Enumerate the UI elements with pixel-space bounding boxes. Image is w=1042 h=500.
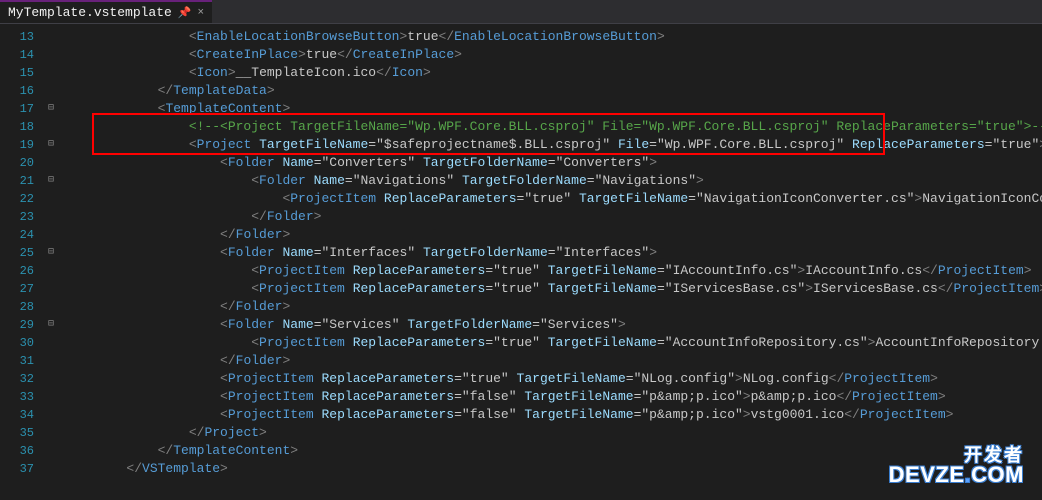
code-line[interactable]: <TemplateContent> xyxy=(64,100,1042,118)
fold-toggle xyxy=(42,352,60,370)
code-line[interactable]: <ProjectItem ReplaceParameters="true" Ta… xyxy=(64,190,1042,208)
fold-toggle xyxy=(42,280,60,298)
code-area[interactable]: <EnableLocationBrowseButton>true</Enable… xyxy=(60,24,1042,500)
line-number: 31 xyxy=(0,352,34,370)
fold-toggle xyxy=(42,424,60,442)
tab-bar: MyTemplate.vstemplate 📌 × xyxy=(0,0,1042,24)
code-line[interactable]: <EnableLocationBrowseButton>true</Enable… xyxy=(64,28,1042,46)
fold-toggle xyxy=(42,208,60,226)
code-line[interactable]: <Project TargetFileName="$safeprojectnam… xyxy=(64,136,1042,154)
tab-title: MyTemplate.vstemplate xyxy=(8,5,172,20)
line-number: 30 xyxy=(0,334,34,352)
code-line[interactable]: <Folder Name="Services" TargetFolderName… xyxy=(64,316,1042,334)
code-line[interactable]: <ProjectItem ReplaceParameters="true" Ta… xyxy=(64,280,1042,298)
line-number: 13 xyxy=(0,28,34,46)
code-line[interactable]: <!--<Project TargetFileName="Wp.WPF.Core… xyxy=(64,118,1042,136)
file-tab[interactable]: MyTemplate.vstemplate 📌 × xyxy=(0,0,212,23)
code-line[interactable]: </TemplateContent> xyxy=(64,442,1042,460)
line-number: 34 xyxy=(0,406,34,424)
line-number: 14 xyxy=(0,46,34,64)
fold-toggle xyxy=(42,370,60,388)
line-number: 25 xyxy=(0,244,34,262)
fold-toggle xyxy=(42,64,60,82)
fold-toggle xyxy=(42,226,60,244)
fold-toggle xyxy=(42,298,60,316)
line-number: 32 xyxy=(0,370,34,388)
pin-icon[interactable]: 📌 xyxy=(178,6,192,20)
code-line[interactable]: <ProjectItem ReplaceParameters="false" T… xyxy=(64,406,1042,424)
line-number: 37 xyxy=(0,460,34,478)
line-number: 36 xyxy=(0,442,34,460)
fold-toggle xyxy=(42,118,60,136)
fold-toggle xyxy=(42,154,60,172)
fold-toggle xyxy=(42,460,60,478)
code-line[interactable]: </Folder> xyxy=(64,298,1042,316)
line-number: 20 xyxy=(0,154,34,172)
line-number: 24 xyxy=(0,226,34,244)
fold-toggle xyxy=(42,82,60,100)
code-line[interactable]: </Folder> xyxy=(64,208,1042,226)
code-line[interactable]: <Folder Name="Converters" TargetFolderNa… xyxy=(64,154,1042,172)
fold-column[interactable]: ⊟ ⊟ ⊟ ⊟ ⊟ xyxy=(42,24,60,500)
fold-toggle[interactable]: ⊟ xyxy=(42,100,60,118)
code-line[interactable]: </Project> xyxy=(64,424,1042,442)
line-number: 23 xyxy=(0,208,34,226)
line-number: 33 xyxy=(0,388,34,406)
code-line[interactable]: <ProjectItem ReplaceParameters="true" Ta… xyxy=(64,334,1042,352)
line-number: 17 xyxy=(0,100,34,118)
code-line[interactable]: <ProjectItem ReplaceParameters="false" T… xyxy=(64,388,1042,406)
line-number: 22 xyxy=(0,190,34,208)
fold-toggle xyxy=(42,190,60,208)
code-line[interactable]: </Folder> xyxy=(64,226,1042,244)
fold-toggle xyxy=(42,442,60,460)
fold-toggle xyxy=(42,388,60,406)
line-number: 28 xyxy=(0,298,34,316)
line-number: 27 xyxy=(0,280,34,298)
line-number: 35 xyxy=(0,424,34,442)
fold-toggle xyxy=(42,406,60,424)
line-number: 29 xyxy=(0,316,34,334)
code-line[interactable]: <Folder Name="Navigations" TargetFolderN… xyxy=(64,172,1042,190)
close-icon[interactable]: × xyxy=(198,7,205,19)
fold-toggle xyxy=(42,334,60,352)
code-line[interactable]: </TemplateData> xyxy=(64,82,1042,100)
code-line[interactable]: </VSTemplate> xyxy=(64,460,1042,478)
fold-toggle[interactable]: ⊟ xyxy=(42,244,60,262)
line-number: 26 xyxy=(0,262,34,280)
fold-toggle[interactable]: ⊟ xyxy=(42,136,60,154)
code-line[interactable]: <ProjectItem ReplaceParameters="true" Ta… xyxy=(64,370,1042,388)
line-number: 19 xyxy=(0,136,34,154)
fold-toggle[interactable]: ⊟ xyxy=(42,316,60,334)
code-line[interactable]: <CreateInPlace>true</CreateInPlace> xyxy=(64,46,1042,64)
fold-toggle xyxy=(42,46,60,64)
fold-toggle xyxy=(42,262,60,280)
line-number: 21 xyxy=(0,172,34,190)
line-number: 16 xyxy=(0,82,34,100)
code-line[interactable]: <ProjectItem ReplaceParameters="true" Ta… xyxy=(64,262,1042,280)
line-number: 18 xyxy=(0,118,34,136)
editor: 1314151617181920212223242526272829303132… xyxy=(0,24,1042,500)
code-line[interactable]: </Folder> xyxy=(64,352,1042,370)
fold-toggle[interactable]: ⊟ xyxy=(42,172,60,190)
line-number-gutter: 1314151617181920212223242526272829303132… xyxy=(0,24,42,500)
fold-toggle xyxy=(42,28,60,46)
line-number: 15 xyxy=(0,64,34,82)
code-line[interactable]: <Folder Name="Interfaces" TargetFolderNa… xyxy=(64,244,1042,262)
code-line[interactable]: <Icon>__TemplateIcon.ico</Icon> xyxy=(64,64,1042,82)
